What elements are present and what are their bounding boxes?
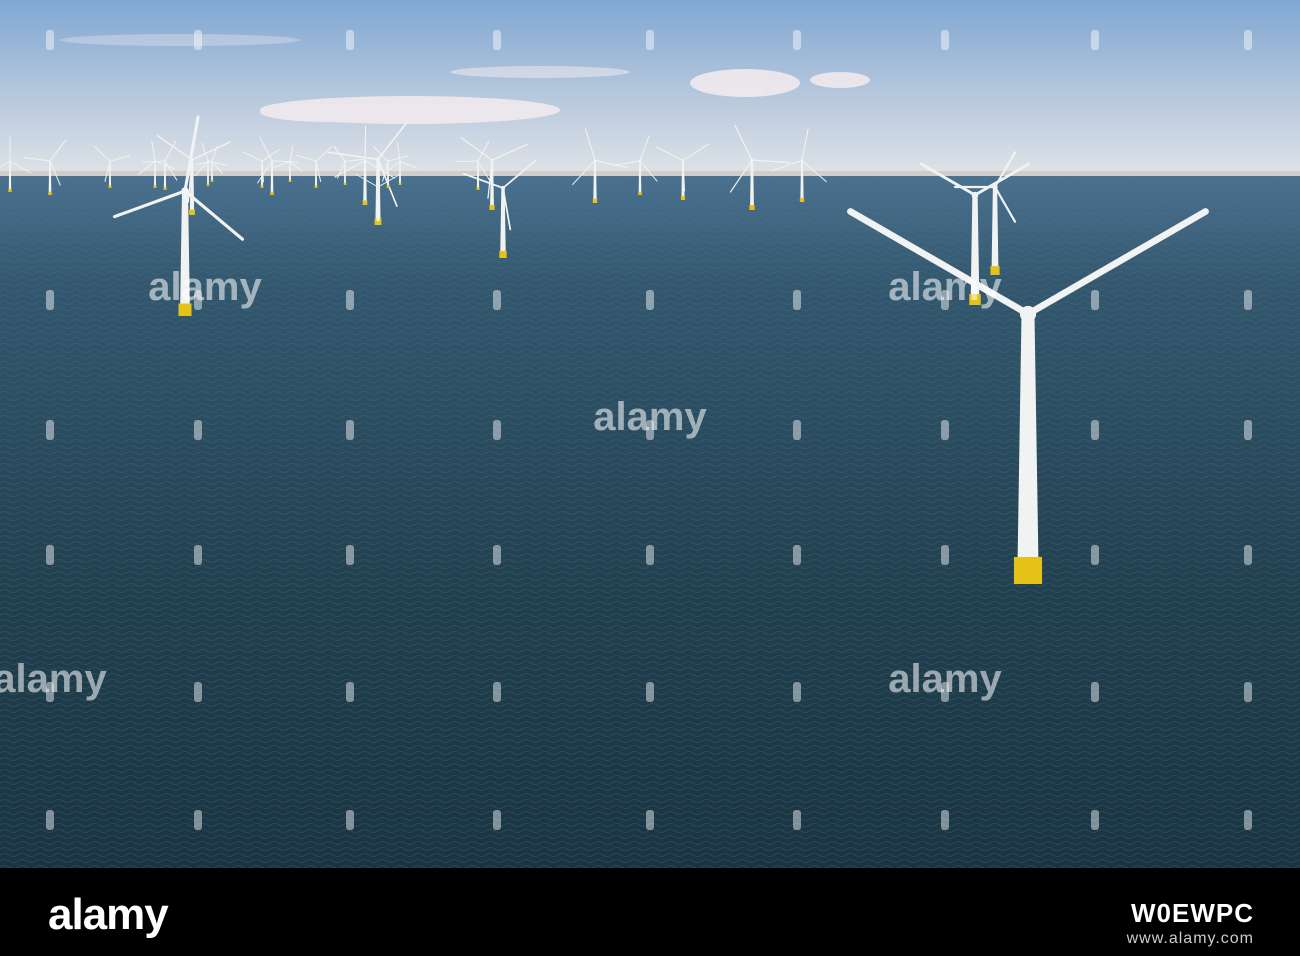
watermark-mark <box>493 290 501 310</box>
watermark-mark <box>941 810 949 830</box>
watermark-mark <box>346 30 354 50</box>
watermark-mark <box>941 545 949 565</box>
watermark-mark <box>1244 545 1252 565</box>
watermark-mark <box>46 545 54 565</box>
watermark-mark <box>1244 420 1252 440</box>
watermark-mark <box>1091 30 1099 50</box>
watermark-mark <box>1091 290 1099 310</box>
watermark-mark <box>793 682 801 702</box>
watermark-text: alamy <box>148 265 262 309</box>
watermark-mark <box>646 30 654 50</box>
watermark-mark <box>941 420 949 440</box>
watermark-mark <box>1091 682 1099 702</box>
watermark-mark <box>346 290 354 310</box>
brand-logo: alamy <box>48 890 169 939</box>
watermark-mark <box>194 30 202 50</box>
watermark-mark <box>346 810 354 830</box>
watermark-mark <box>194 810 202 830</box>
watermark-mark <box>941 290 949 310</box>
watermark-mark <box>46 30 54 50</box>
watermark-mark <box>1091 420 1099 440</box>
footer-bar: alamy W0EWPC www.alamy.com <box>0 868 1300 956</box>
watermark-mark <box>346 545 354 565</box>
watermark-mark <box>793 545 801 565</box>
watermark-mark <box>793 420 801 440</box>
watermark-mark <box>493 30 501 50</box>
watermark-mark <box>194 420 202 440</box>
watermark-mark <box>793 810 801 830</box>
watermark-mark <box>46 682 54 702</box>
watermark-mark <box>1091 810 1099 830</box>
watermark-mark <box>646 290 654 310</box>
sky <box>0 0 1300 176</box>
watermark-mark <box>646 682 654 702</box>
watermark-mark <box>646 420 654 440</box>
watermark-mark <box>493 545 501 565</box>
watermark-mark <box>346 682 354 702</box>
image-id: W0EWPC <box>1131 898 1254 928</box>
watermark-mark <box>346 420 354 440</box>
watermark-mark <box>1244 682 1252 702</box>
watermark-mark <box>1244 30 1252 50</box>
watermark-mark <box>1244 810 1252 830</box>
photo-canvas: alamyalamyalamy alamyalamy <box>0 0 1300 868</box>
watermark-mark <box>194 545 202 565</box>
watermark-mark <box>1091 545 1099 565</box>
watermark-mark <box>646 810 654 830</box>
watermark-mark <box>646 545 654 565</box>
watermark-mark <box>793 30 801 50</box>
watermark-mark <box>46 810 54 830</box>
watermark-mark <box>941 682 949 702</box>
wind-farm-photo: alamy alamy alamy alamy alamy <box>0 0 1300 868</box>
watermark-mark <box>493 682 501 702</box>
watermark-mark <box>194 682 202 702</box>
watermark-mark <box>493 810 501 830</box>
watermark-mark <box>941 30 949 50</box>
watermark-mark <box>194 290 202 310</box>
watermark-mark <box>46 420 54 440</box>
watermark-mark <box>493 420 501 440</box>
watermark-mark <box>1244 290 1252 310</box>
site-url: www.alamy.com <box>1126 930 1254 947</box>
watermark-mark <box>46 290 54 310</box>
watermark-mark <box>793 290 801 310</box>
